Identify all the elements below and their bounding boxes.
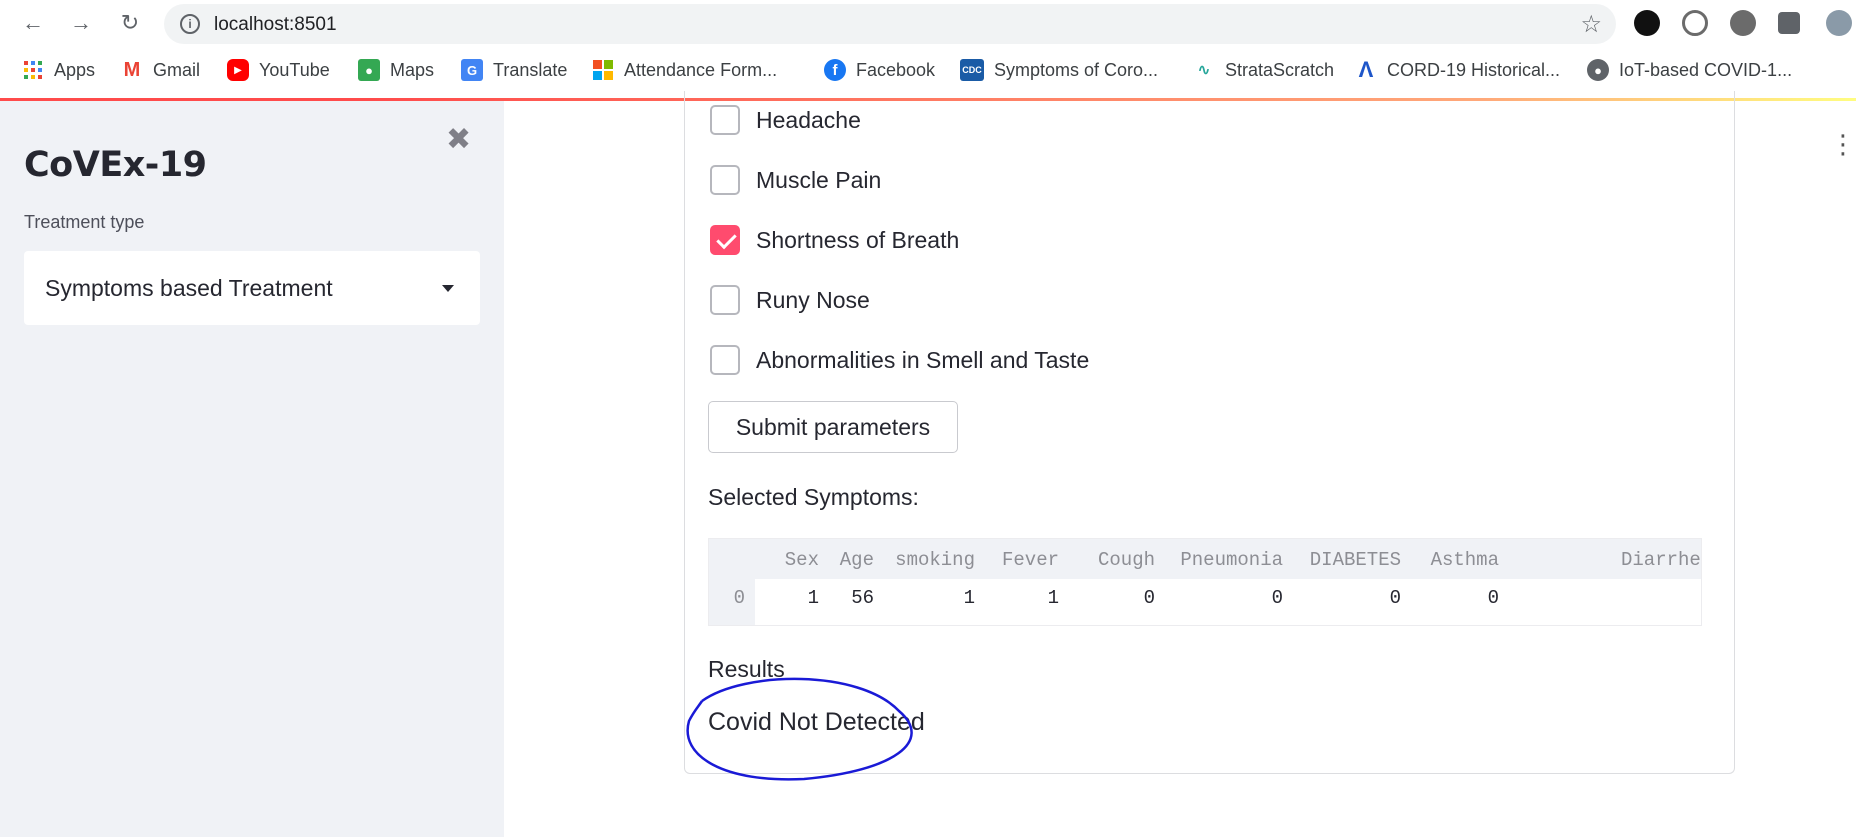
cdc-icon: CDC — [960, 59, 984, 81]
bookmark-gmail[interactable]: M Gmail — [121, 52, 200, 88]
bookmark-label: Translate — [493, 59, 568, 80]
column-header: Age — [839, 549, 874, 571]
apps-grid-icon — [22, 59, 44, 81]
table-cell: 0 — [1143, 587, 1155, 609]
row-index: 0 — [733, 587, 745, 609]
facebook-icon: f — [824, 59, 846, 81]
bookmarks-bar: Apps M Gmail ▶ YouTube ● Maps G Translat… — [0, 52, 1856, 88]
column-header: Asthma — [1430, 549, 1499, 571]
bookmark-label: Maps — [390, 59, 435, 80]
address-bar[interactable]: i localhost:8501 ☆ — [164, 4, 1616, 44]
checkbox-shortness-of-breath[interactable]: Shortness of Breath — [710, 224, 959, 256]
checkbox-smell-taste[interactable]: Abnormalities in Smell and Taste — [710, 344, 1089, 376]
table-cell: 1 — [1047, 587, 1059, 609]
forward-arrow-icon[interactable]: → — [67, 9, 95, 37]
column-header: Sex — [784, 549, 819, 571]
checkbox-label: Muscle Pain — [756, 166, 882, 193]
extension-bolt-icon[interactable] — [1730, 10, 1756, 36]
table-cell: 56 — [851, 587, 874, 609]
site-info-icon[interactable]: i — [180, 14, 200, 34]
bookmark-label: Apps — [54, 59, 96, 80]
more-options-icon[interactable]: ⋮ — [1830, 129, 1856, 160]
bookmark-label: StrataScratch — [1225, 59, 1335, 80]
youtube-icon: ▶ — [227, 59, 249, 81]
column-header: DIABETES — [1309, 549, 1401, 571]
column-header: Fever — [1001, 549, 1059, 571]
treatment-type-label: Treatment type — [24, 212, 145, 232]
bookmark-label: CORD-19 Historical... — [1387, 59, 1561, 80]
symptoms-dataframe[interactable]: Sex Age smoking Fever Cough Pneumonia DI… — [708, 538, 1702, 626]
column-header: Cough — [1097, 549, 1155, 571]
hand-drawn-circle-annotation — [686, 677, 913, 781]
submit-parameters-button[interactable]: Submit parameters — [708, 401, 958, 453]
checkbox-label: Headache — [756, 106, 861, 133]
app-title: CoVEx-19 — [24, 145, 207, 185]
table-cell: 0 — [1271, 587, 1283, 609]
bookmark-attendance[interactable]: Attendance Form... — [592, 52, 777, 88]
browser-toolbar: ← → ↻ i localhost:8501 ☆ — [0, 0, 1856, 46]
bookmark-apps[interactable]: Apps — [22, 52, 95, 88]
gmail-icon: M — [123, 58, 141, 81]
checkbox-box-checked[interactable] — [710, 225, 740, 255]
profile-avatar[interactable] — [1826, 10, 1852, 36]
table-cell: 1 — [963, 587, 975, 609]
selected-symptoms-heading: Selected Symptoms: — [708, 484, 919, 510]
table-cell: 1 — [807, 587, 819, 609]
bookmark-iot-covid[interactable]: ● IoT-based COVID-1... — [1587, 52, 1792, 88]
column-header: Diarrhe — [1621, 549, 1701, 571]
table-cell: 0 — [1487, 587, 1499, 609]
bookmark-label: Symptoms of Coro... — [994, 59, 1159, 80]
bookmark-youtube[interactable]: ▶ YouTube — [227, 52, 330, 88]
bookmark-label: Facebook — [856, 59, 936, 80]
url-text[interactable]: localhost:8501 — [214, 14, 337, 36]
checkbox-box[interactable] — [710, 105, 740, 135]
bookmark-maps[interactable]: ● Maps — [358, 52, 434, 88]
column-header: smoking — [895, 549, 975, 571]
reload-icon[interactable]: ↻ — [116, 9, 144, 37]
dataframe-index-column — [709, 539, 755, 625]
bookmark-label: Attendance Form... — [624, 59, 778, 80]
checkbox-runny-nose[interactable]: Runy Nose — [710, 284, 870, 316]
checkbox-box[interactable] — [710, 165, 740, 195]
bookmark-stratascratch[interactable]: ∿ StrataScratch — [1193, 52, 1334, 88]
extension-c-icon[interactable] — [1682, 10, 1708, 36]
close-sidebar-icon[interactable]: ✖ — [446, 125, 471, 155]
bookmark-facebook[interactable]: f Facebook — [824, 52, 935, 88]
bookmark-cord19[interactable]: Λ CORD-19 Historical... — [1355, 52, 1560, 88]
extension-palette-icon[interactable] — [1634, 10, 1660, 36]
checkbox-muscle-pain[interactable]: Muscle Pain — [710, 164, 881, 196]
microsoft-icon — [592, 59, 614, 81]
translate-icon: G — [461, 59, 483, 81]
bookmark-label: Gmail — [153, 59, 201, 80]
extensions-puzzle-icon[interactable] — [1778, 12, 1800, 34]
cord19-icon: Λ — [1358, 57, 1374, 82]
checkbox-headache[interactable]: Headache — [710, 104, 861, 136]
checkbox-label: Shortness of Breath — [756, 226, 960, 253]
bookmark-translate[interactable]: G Translate — [461, 52, 567, 88]
bookmark-star-icon[interactable]: ☆ — [1580, 10, 1602, 39]
checkbox-box[interactable] — [710, 285, 740, 315]
main-content: Headache Muscle Pain Shortness of Breath… — [504, 91, 1856, 837]
checkbox-box[interactable] — [710, 345, 740, 375]
back-arrow-icon[interactable]: ← — [19, 9, 47, 37]
stratascratch-icon: ∿ — [1197, 62, 1211, 79]
chevron-down-icon — [442, 285, 454, 292]
checkbox-label: Runy Nose — [756, 286, 870, 313]
bookmark-label: IoT-based COVID-1... — [1619, 59, 1793, 80]
column-header: Pneumonia — [1180, 549, 1283, 571]
bookmark-label: YouTube — [259, 59, 330, 80]
maps-icon: ● — [358, 59, 380, 81]
treatment-type-select[interactable]: Symptoms based Treatment — [24, 251, 480, 325]
checkbox-label: Abnormalities in Smell and Taste — [756, 346, 1090, 373]
treatment-type-value: Symptoms based Treatment — [45, 275, 333, 301]
globe-icon: ● — [1587, 59, 1609, 81]
bookmark-cdc[interactable]: CDC Symptoms of Coro... — [960, 52, 1158, 88]
table-cell: 0 — [1389, 587, 1401, 609]
